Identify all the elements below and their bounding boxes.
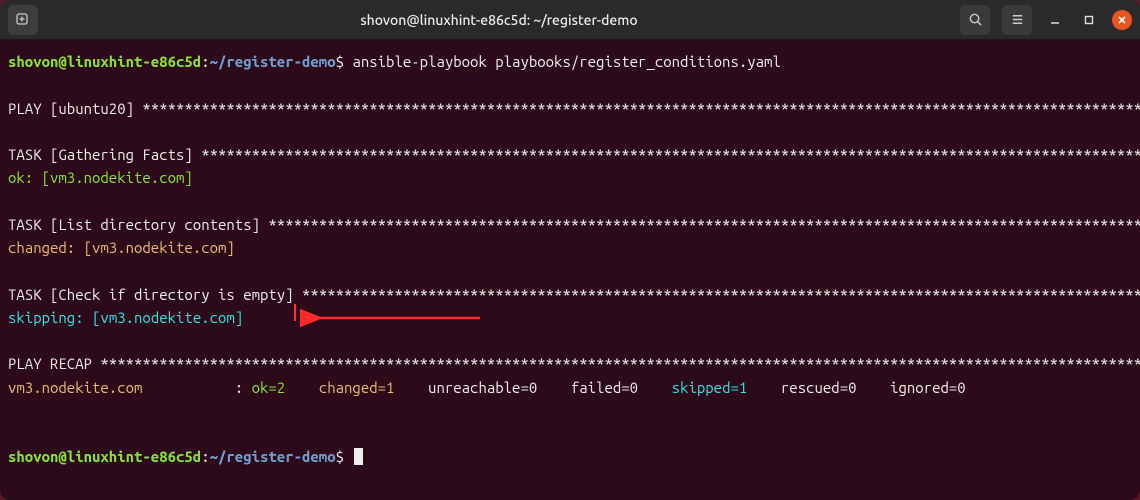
- prompt-colon: :: [201, 53, 209, 70]
- recap-unreachable: unreachable=0: [428, 379, 537, 396]
- task2-stars: ****************************************…: [268, 216, 1140, 233]
- close-button[interactable]: [1112, 10, 1132, 30]
- recap-gap2: [394, 379, 428, 396]
- search-button[interactable]: [960, 5, 990, 35]
- recap-gap1: [285, 379, 319, 396]
- prompt-dollar: $: [336, 53, 344, 70]
- minimize-button[interactable]: [1044, 9, 1066, 31]
- command-text: ansible-playbook playbooks/register_cond…: [352, 53, 780, 70]
- titlebar: shovon@linuxhint-e86c5d: ~/register-demo: [0, 0, 1140, 40]
- window-title: shovon@linuxhint-e86c5d: ~/register-demo: [46, 12, 952, 28]
- recap-label: PLAY RECAP: [8, 355, 100, 372]
- search-icon: [968, 12, 983, 27]
- recap-pad: :: [142, 379, 251, 396]
- task2-host: [vm3.nodekite.com]: [84, 239, 235, 256]
- recap-skipped: skipped=1: [672, 379, 748, 396]
- task3-stars: ****************************************…: [302, 286, 1140, 303]
- prompt2-dollar: $: [336, 448, 344, 465]
- terminal-body[interactable]: shovon@linuxhint-e86c5d:~/register-demo$…: [0, 40, 1140, 500]
- menu-button[interactable]: [1002, 5, 1032, 35]
- task2-label: TASK [List directory contents]: [8, 216, 268, 233]
- annotation-arrow-icon: [300, 306, 490, 330]
- recap-stars: ****************************************…: [100, 355, 1140, 372]
- close-icon: [1117, 15, 1127, 25]
- prompt2-user-host: shovon@linuxhint-e86c5d: [8, 448, 201, 465]
- titlebar-left: [8, 5, 38, 35]
- annotation-caret: [294, 304, 296, 321]
- task3-label: TASK [Check if directory is empty]: [8, 286, 302, 303]
- task1-stars: ****************************************…: [201, 146, 1140, 163]
- maximize-button[interactable]: [1078, 9, 1100, 31]
- new-tab-icon: [15, 12, 31, 28]
- prompt2-colon: :: [201, 448, 209, 465]
- recap-host: vm3.nodekite.com: [8, 379, 142, 396]
- hamburger-icon: [1010, 12, 1025, 27]
- recap-gap4: [638, 379, 672, 396]
- prompt2-path: ~/register-demo: [210, 448, 336, 465]
- recap-gap3: [537, 379, 571, 396]
- recap-changed: changed=1: [319, 379, 395, 396]
- task1-host: [vm3.nodekite.com]: [42, 169, 193, 186]
- minimize-icon: [1049, 14, 1061, 26]
- recap-gap6: [857, 379, 891, 396]
- recap-failed: failed=0: [571, 379, 638, 396]
- task1-label: TASK [Gathering Facts]: [8, 146, 201, 163]
- new-tab-button[interactable]: [8, 5, 38, 35]
- play-label: PLAY [ubuntu20]: [8, 100, 142, 117]
- task1-status: ok:: [8, 169, 42, 186]
- task2-status: changed:: [8, 239, 84, 256]
- recap-rescued: rescued=0: [781, 379, 857, 396]
- cursor: [354, 448, 363, 465]
- recap-ok: ok=2: [252, 379, 286, 396]
- task3-host: [vm3.nodekite.com]: [92, 309, 243, 326]
- prompt-path: ~/register-demo: [210, 53, 336, 70]
- terminal-window: shovon@linuxhint-e86c5d: ~/register-demo: [0, 0, 1140, 500]
- task3-status: skipping:: [8, 309, 92, 326]
- play-stars: ****************************************…: [142, 100, 1140, 117]
- titlebar-right: [960, 5, 1132, 35]
- recap-ignored: ignored=0: [890, 379, 966, 396]
- prompt-user-host: shovon@linuxhint-e86c5d: [8, 53, 201, 70]
- maximize-icon: [1083, 14, 1095, 26]
- recap-gap5: [747, 379, 781, 396]
